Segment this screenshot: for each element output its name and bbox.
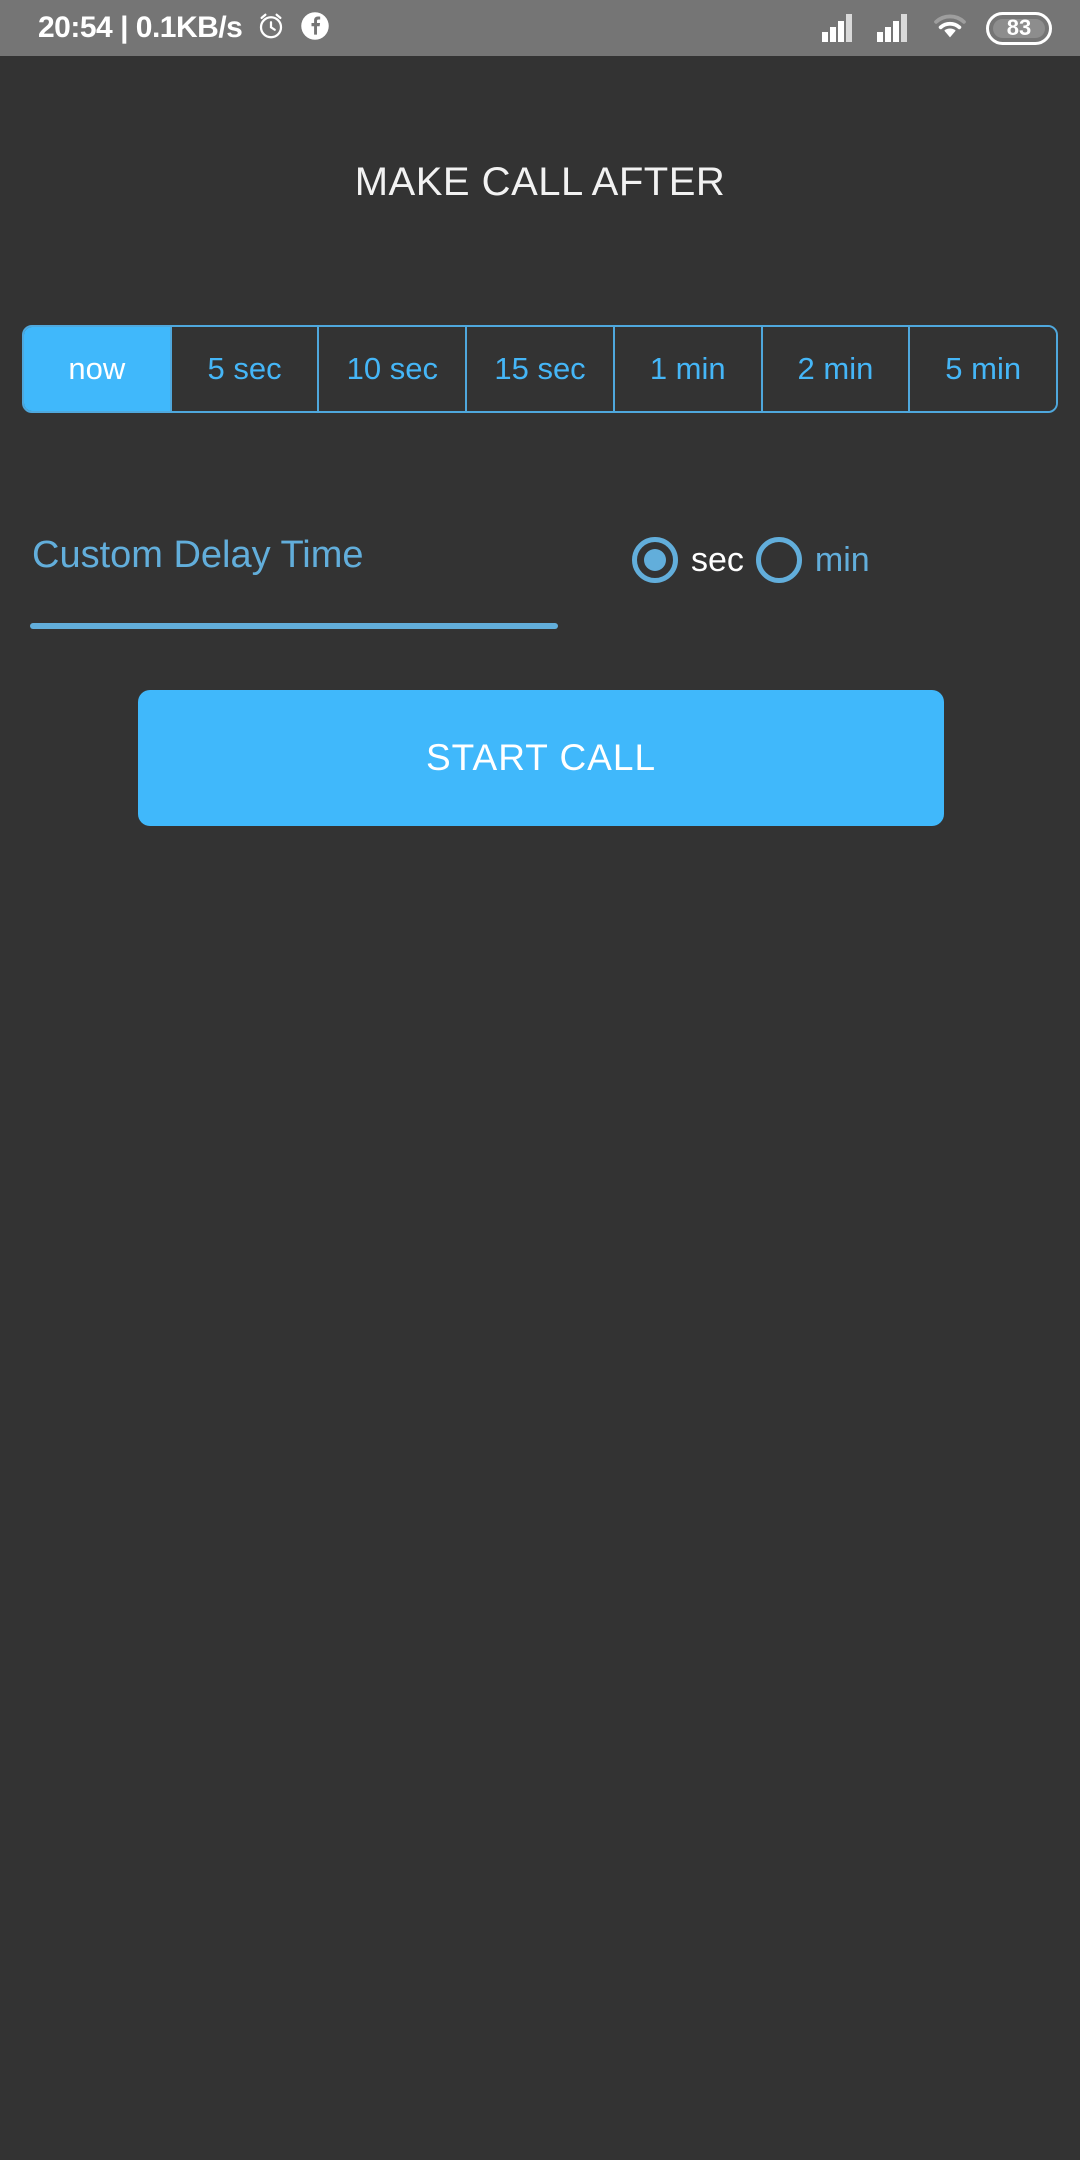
custom-delay-field[interactable] — [30, 505, 558, 635]
status-clock: 20:54 | 0.1KB/s — [38, 11, 243, 44]
delay-preset-5-sec[interactable]: 5 sec — [171, 327, 320, 411]
battery-indicator: 83 — [986, 11, 1052, 45]
time-unit-option-sec[interactable]: sec — [632, 537, 744, 583]
custom-delay-input[interactable] — [30, 505, 558, 605]
delay-preset-5-min[interactable]: 5 min — [910, 327, 1056, 411]
facebook-icon — [300, 11, 330, 46]
status-bar-left: 20:54 | 0.1KB/s — [38, 11, 330, 46]
alarm-clock-icon — [256, 11, 286, 46]
custom-delay-underline — [30, 623, 558, 629]
custom-delay-row: sec min — [0, 505, 1080, 645]
radio-button-icon[interactable] — [755, 537, 802, 583]
delay-preset-1-min[interactable]: 1 min — [614, 327, 763, 411]
time-unit-label: min — [814, 540, 870, 579]
app-screen: 20:54 | 0.1KB/s 83 MAKE CALL AFTER now 5… — [0, 0, 1080, 2160]
delay-preset-label: 5 sec — [207, 351, 282, 386]
time-unit-option-min[interactable]: min — [755, 537, 870, 583]
delay-preset-label: 2 min — [797, 351, 874, 386]
status-bar: 20:54 | 0.1KB/s 83 — [0, 0, 1080, 56]
delay-preset-label: 5 min — [945, 351, 1022, 386]
wifi-icon — [931, 10, 969, 47]
start-call-button[interactable]: START CALL — [138, 690, 944, 826]
battery-level-label: 83 — [1006, 15, 1032, 40]
signal-bars-icon — [876, 10, 914, 47]
delay-preset-label: now — [68, 351, 126, 386]
delay-preset-10-sec[interactable]: 10 sec — [319, 327, 468, 411]
delay-preset-2-min[interactable]: 2 min — [762, 327, 911, 411]
delay-preset-label: 1 min — [649, 351, 726, 386]
page-title: MAKE CALL AFTER — [354, 160, 726, 204]
delay-preset-label: 15 sec — [494, 351, 586, 386]
time-unit-label: sec — [691, 540, 744, 579]
signal-bars-icon — [821, 10, 859, 47]
delay-preset-label: 10 sec — [346, 351, 438, 386]
radio-button-icon[interactable] — [632, 537, 678, 583]
radio-dot — [644, 549, 666, 571]
delay-preset-15-sec[interactable]: 15 sec — [467, 327, 615, 411]
status-bar-right: 83 — [821, 10, 1052, 47]
delay-preset-group: now 5 sec 10 sec 15 sec 1 min 2 min 5 min — [22, 325, 1058, 413]
time-unit-radio-group: sec min — [632, 537, 870, 583]
delay-preset-now[interactable]: now — [24, 327, 172, 411]
